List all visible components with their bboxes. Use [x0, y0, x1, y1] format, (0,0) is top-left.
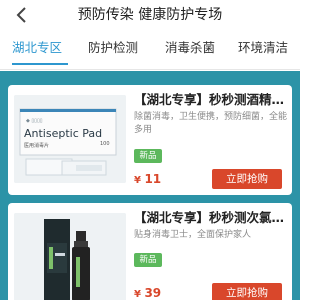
- category-tabs: 湖北专区 防护检测 消毒杀菌 环境清洁: [0, 30, 300, 70]
- header-bar: 预防传染 健康防护专场: [0, 0, 300, 30]
- product-image[interactable]: [14, 213, 126, 300]
- price-value: 39: [144, 286, 162, 300]
- svg-text:◆ ▯▯▯▯: ◆ ▯▯▯▯: [26, 118, 43, 124]
- product-price: ¥ 39: [134, 285, 161, 300]
- page-title: 预防传染 健康防护专场: [77, 7, 223, 23]
- product-description: 贴身消毒卫士，全面保护家人: [134, 230, 252, 240]
- product-card[interactable]: 【湖北专享】秒秒测次氯酸消毒喷雾 贴身消毒卫士，全面保护家人 新品 ¥ 39 立…: [8, 203, 292, 300]
- product-title[interactable]: 【湖北专享】秒秒测次氯酸消毒喷雾: [134, 209, 288, 227]
- spray-bottle-image: [14, 213, 126, 300]
- price-value: 11: [144, 172, 162, 186]
- product-image[interactable]: ◆ ▯▯▯▯ 100 Antiseptic Pad 医用消毒片: [14, 95, 126, 183]
- tab-protection-detection[interactable]: 防护检测: [88, 40, 138, 56]
- tab-environment-cleaning[interactable]: 环境清洁: [238, 40, 288, 56]
- product-card[interactable]: ◆ ▯▯▯▯ 100 Antiseptic Pad 医用消毒片 【湖北专享】秒秒…: [8, 85, 292, 195]
- new-badge: 新品: [134, 253, 162, 267]
- tab-hubei[interactable]: 湖北专区: [12, 40, 62, 56]
- new-badge: 新品: [134, 149, 162, 163]
- product-list[interactable]: ◆ ▯▯▯▯ 100 Antiseptic Pad 医用消毒片 【湖北专享】秒秒…: [0, 71, 300, 300]
- active-tab-indicator: [12, 63, 68, 65]
- svg-text:Antiseptic Pad: Antiseptic Pad: [24, 127, 102, 140]
- svg-text:100: 100: [100, 141, 110, 147]
- product-price: ¥ 11: [134, 171, 161, 189]
- product-title[interactable]: 【湖北专享】秒秒测酒精消毒湿巾: [134, 91, 288, 109]
- tab-disinfection[interactable]: 消毒杀菌: [165, 40, 215, 56]
- currency-symbol: ¥: [134, 289, 141, 300]
- product-description: 除菌消毒，卫生便携，预防细菌，全能多用: [134, 112, 288, 135]
- currency-symbol: ¥: [134, 175, 141, 186]
- buy-now-button[interactable]: 立即抢购: [212, 169, 282, 189]
- antiseptic-pad-image: ◆ ▯▯▯▯ 100 Antiseptic Pad 医用消毒片: [14, 95, 126, 183]
- buy-now-button[interactable]: 立即抢购: [212, 283, 282, 300]
- svg-text:医用消毒片: 医用消毒片: [24, 142, 49, 149]
